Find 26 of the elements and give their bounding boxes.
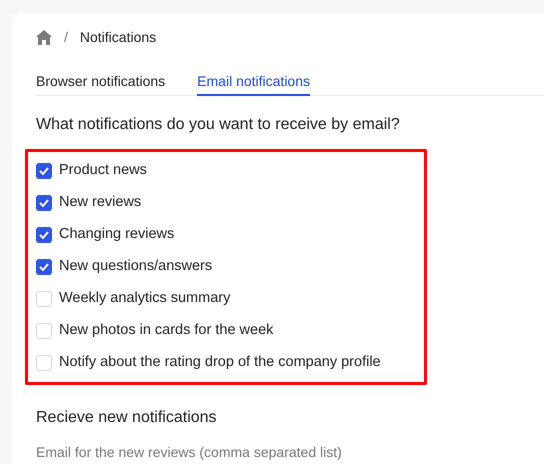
option-label: Weekly analytics summary [59,289,230,308]
checkmark-icon [39,199,49,207]
checkbox[interactable] [36,259,52,275]
breadcrumb-current: Notifications [80,28,156,46]
checkbox[interactable] [36,227,52,243]
section-title: Recieve new notifications [36,408,218,428]
checkmark-icon [39,231,49,239]
tab[interactable]: Browser notifications [36,69,166,96]
field-label: Email for the new reviews (comma separated list) [36,443,343,462]
breadcrumb-separator: / [64,28,68,46]
checkbox[interactable] [36,163,52,179]
tab[interactable]: Email notifications [197,69,310,96]
checkbox[interactable] [36,291,52,307]
option-label: New reviews [59,193,142,212]
option-label: Notify about the rating drop of the company profile [59,353,381,372]
question-text: What notifications do you want to receive by email? [36,115,401,135]
option-label: Product news [59,161,147,180]
option-label: Changing reviews [59,225,174,244]
option-label: New photos in cards for the week [59,321,274,340]
checkbox[interactable] [36,195,52,211]
checkbox[interactable] [36,323,52,339]
home-icon[interactable] [36,30,52,44]
checkbox[interactable] [36,355,52,371]
checkmark-icon [39,263,49,271]
option-label: New questions/answers [59,257,212,276]
checkmark-icon [39,167,49,175]
